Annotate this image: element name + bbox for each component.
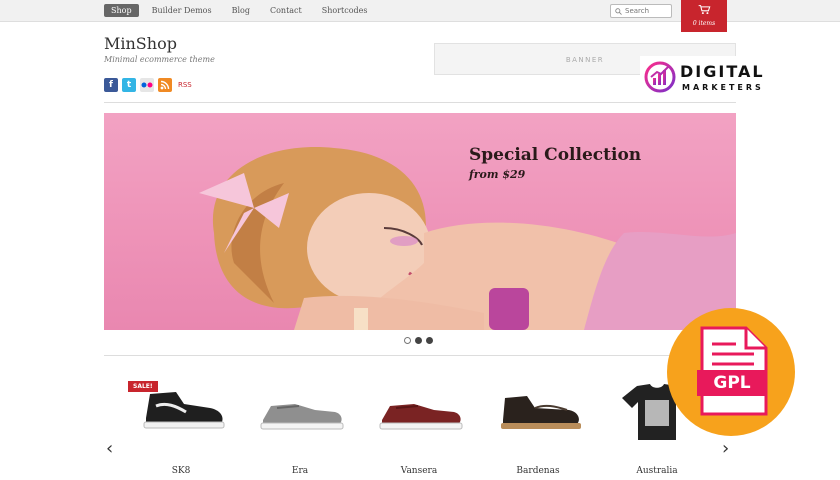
cart-count: 0 items — [692, 20, 716, 27]
nav-item-shortcodes[interactable]: Shortcodes — [315, 4, 375, 17]
carousel-prev-button[interactable]: ‹ — [106, 440, 113, 458]
nav-item-shop[interactable]: Shop — [104, 4, 139, 17]
main-nav: Shop Builder Demos Blog Contact Shortcod… — [104, 4, 381, 17]
gpl-badge: GPL — [667, 308, 795, 436]
search-icon — [615, 7, 622, 15]
digital-marketers-line2: MARKETERS — [682, 83, 764, 92]
hero-title: Special Collection — [469, 145, 642, 165]
social-links: f t RSS — [104, 78, 192, 92]
product-image-sneaker — [260, 404, 344, 430]
facebook-icon[interactable]: f — [104, 78, 118, 92]
product-card[interactable]: Era — [250, 380, 350, 476]
site-tagline: Minimal ecommerce theme — [104, 55, 215, 64]
product-card[interactable]: Vansera — [369, 380, 469, 476]
site-logo[interactable]: MinShop — [104, 34, 177, 53]
hero-slider[interactable]: Special Collection from $29 — [104, 113, 736, 330]
slider-dot-active[interactable] — [426, 337, 433, 344]
product-image-boot — [501, 396, 581, 429]
carousel-next-button[interactable]: › — [722, 440, 729, 458]
sale-badge: SALE! — [128, 381, 158, 392]
digital-marketers-logo-mark — [644, 61, 676, 93]
gpl-label: GPL — [697, 370, 767, 396]
digital-marketers-logo: DIGITAL MARKETERS — [640, 56, 790, 100]
nav-item-contact[interactable]: Contact — [263, 4, 309, 17]
nav-item-builder-demos[interactable]: Builder Demos — [145, 4, 219, 17]
product-name[interactable]: SK8 — [131, 466, 231, 476]
slider-pagination — [404, 337, 433, 344]
search-input[interactable] — [625, 7, 671, 15]
slider-divider — [104, 355, 736, 356]
product-card[interactable]: Bardenas — [488, 380, 588, 476]
cart-icon — [698, 5, 710, 15]
rss-icon[interactable] — [158, 78, 172, 92]
product-card[interactable]: SK8 — [131, 380, 231, 476]
flickr-icon[interactable] — [140, 78, 154, 92]
product-name[interactable]: Bardenas — [488, 466, 588, 476]
cart-button[interactable]: 0 items — [681, 0, 727, 32]
product-name[interactable]: Australia — [607, 466, 707, 476]
nav-item-blog[interactable]: Blog — [225, 4, 257, 17]
slider-dot[interactable] — [415, 337, 422, 344]
digital-marketers-line1: DIGITAL — [680, 62, 765, 81]
header-divider — [104, 102, 736, 103]
hero-subtitle: from $29 — [469, 168, 526, 181]
product-name[interactable]: Vansera — [369, 466, 469, 476]
hero-image — [199, 147, 736, 330]
product-image-sneaker — [379, 404, 463, 430]
search-box[interactable] — [610, 4, 672, 18]
slider-dot[interactable] — [404, 337, 411, 344]
product-name[interactable]: Era — [250, 466, 350, 476]
twitter-icon[interactable]: t — [122, 78, 136, 92]
rss-link[interactable]: RSS — [178, 81, 192, 89]
